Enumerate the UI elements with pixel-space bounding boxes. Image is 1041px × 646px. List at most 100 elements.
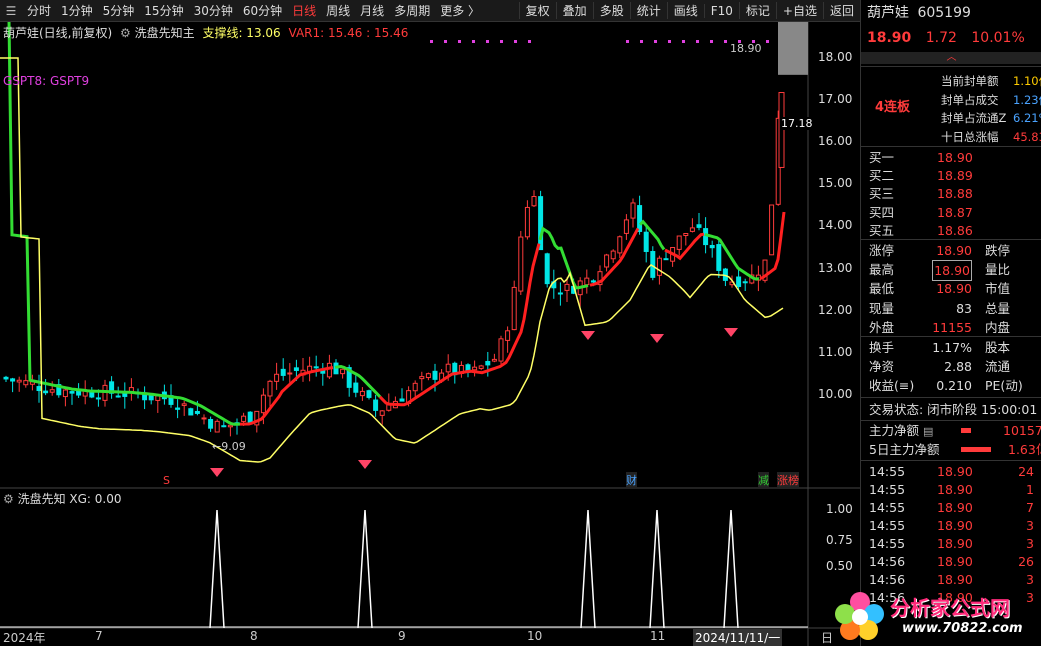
candle-body bbox=[683, 233, 689, 236]
low-price-label: ←9.09 bbox=[212, 440, 246, 453]
price-tick: 14.00 bbox=[818, 218, 853, 233]
xg-signal-spike bbox=[357, 509, 373, 629]
timeframe-tab[interactable]: 月线 bbox=[355, 2, 389, 19]
detail-icon[interactable]: ▤ bbox=[923, 425, 933, 438]
candle-body bbox=[359, 390, 365, 397]
candle-body bbox=[419, 376, 425, 380]
reduction-marker[interactable]: 减 bbox=[758, 472, 769, 488]
tick-volume: 26 bbox=[1018, 554, 1034, 569]
candle-body bbox=[194, 410, 200, 414]
candle-body bbox=[221, 425, 227, 428]
tick-time: 14:55 bbox=[869, 464, 906, 479]
toolbar-button[interactable]: 统计 bbox=[629, 2, 667, 19]
timeframe-tab[interactable]: 更多 〉 bbox=[435, 2, 485, 19]
watermark-title: 分析家公式网 bbox=[890, 596, 1010, 620]
candle-body bbox=[23, 380, 29, 386]
timeframe-tab[interactable]: 周线 bbox=[321, 2, 355, 19]
toolbar-button[interactable]: 画线 bbox=[666, 2, 704, 19]
main-flow-row: 主力净额 ▤ 10157 bbox=[861, 421, 1041, 440]
stock-header: 葫芦娃 605199 bbox=[861, 4, 1041, 26]
candle-body bbox=[716, 244, 722, 271]
collapse-icon[interactable]: ︿ bbox=[861, 52, 1041, 64]
trend-line-up bbox=[240, 366, 334, 426]
candle-body bbox=[491, 358, 497, 362]
candle-body bbox=[366, 390, 372, 398]
candle-body bbox=[584, 277, 590, 286]
toolbar-button[interactable]: 标记 bbox=[738, 2, 776, 19]
timeframe-tab[interactable]: 多周期 bbox=[389, 2, 435, 19]
stat-value: 83 bbox=[956, 300, 972, 316]
menu-icon[interactable]: ☰ bbox=[0, 0, 22, 22]
gspt-dot bbox=[444, 40, 447, 43]
gspt-label: GSPT8: GSPT9 bbox=[3, 74, 90, 88]
date-tick: 2024年 bbox=[3, 631, 46, 645]
candle-body bbox=[353, 382, 359, 393]
timeframe-tab[interactable]: 15分钟 bbox=[139, 2, 188, 19]
candle-body bbox=[630, 202, 636, 219]
price-tick: 12.00 bbox=[818, 302, 853, 317]
candle-body bbox=[518, 236, 524, 292]
tick-time: 14:55 bbox=[869, 518, 906, 533]
gspt-dot bbox=[640, 40, 643, 43]
seal-value: 1.23倍 bbox=[1013, 92, 1041, 107]
candle-body bbox=[267, 380, 273, 397]
settings-icon[interactable]: ⚙ bbox=[3, 492, 14, 506]
candle-body bbox=[373, 399, 379, 411]
kline-chart[interactable]: 葫芦娃(日线,前复权) ⚙ 洗盘先知主 支撑线: 13.06 VAR1: 15.… bbox=[0, 22, 860, 646]
toolbar-button[interactable]: 叠加 bbox=[555, 2, 593, 19]
gspt-dot bbox=[528, 40, 531, 43]
zhangbang-marker[interactable]: 涨榜 bbox=[777, 472, 799, 488]
timeframe-tab[interactable]: 60分钟 bbox=[238, 2, 287, 19]
candle-body bbox=[498, 338, 504, 362]
tick-price: 18.90 bbox=[937, 518, 973, 533]
price-tick: 17.00 bbox=[818, 92, 853, 107]
chart-canvas[interactable] bbox=[0, 22, 860, 646]
price-change: 1.72 bbox=[925, 30, 957, 46]
indicator-header: 葫芦娃(日线,前复权) ⚙ 洗盘先知主 支撑线: 13.06 VAR1: 15.… bbox=[3, 24, 408, 41]
date-tick: 9 bbox=[398, 629, 406, 643]
stat-row: 换手 1.17% 股本 bbox=[861, 338, 1041, 357]
candle-body bbox=[36, 386, 42, 392]
candle-body bbox=[709, 244, 715, 249]
seal-value: 45.83% bbox=[1013, 129, 1041, 144]
price-tick: 15.00 bbox=[818, 176, 853, 191]
indicator-name[interactable]: 洗盘先知主 bbox=[135, 26, 195, 40]
xg-signal-spike bbox=[649, 509, 665, 629]
candle-body bbox=[663, 258, 669, 261]
toolbar-button[interactable]: 多股 bbox=[592, 2, 630, 19]
candle-body bbox=[201, 417, 207, 420]
candle-body bbox=[696, 224, 702, 228]
stat-value: 0.210 bbox=[936, 378, 972, 394]
timeframe-tab[interactable]: 分时 bbox=[22, 2, 56, 19]
candle-body bbox=[43, 390, 49, 394]
toolbar-button[interactable]: F10 bbox=[703, 3, 739, 18]
candle-body bbox=[10, 378, 16, 382]
main-flow5-label: 5日主力净额 bbox=[869, 442, 940, 457]
candle-body bbox=[379, 410, 385, 416]
timeframe-tab[interactable]: 日线 bbox=[287, 2, 321, 19]
bid-row: 买三 18.88 bbox=[861, 184, 1041, 203]
main-flow5-row: 5日主力净额 1.63亿 bbox=[861, 440, 1041, 459]
seal-label: 十日总涨幅 bbox=[941, 129, 999, 144]
trend-line-down bbox=[638, 219, 666, 251]
settings-icon[interactable]: ⚙ bbox=[120, 26, 131, 40]
tick-time: 14:55 bbox=[869, 482, 906, 497]
toolbar-button[interactable]: +自选 bbox=[775, 2, 823, 19]
main-flow5-value: 1.63亿 bbox=[1008, 442, 1041, 457]
candle-body bbox=[241, 415, 247, 422]
timeframe-tab[interactable]: 1分钟 bbox=[56, 2, 98, 19]
candle-body bbox=[538, 196, 544, 251]
timeframe-tab[interactable]: 5分钟 bbox=[98, 2, 140, 19]
last-price: 18.90 bbox=[867, 30, 912, 46]
candle-body bbox=[313, 366, 319, 369]
tick-price: 18.90 bbox=[937, 482, 973, 497]
var1-value: VAR1: 15.46 : 15.46 bbox=[288, 26, 409, 40]
timeframe-tab[interactable]: 30分钟 bbox=[189, 2, 238, 19]
candle-body bbox=[485, 360, 491, 366]
toolbar-button[interactable]: 返回 bbox=[822, 2, 860, 19]
gspt-dot bbox=[668, 40, 671, 43]
candle-body bbox=[340, 368, 346, 375]
finance-marker[interactable]: 财 bbox=[626, 472, 637, 488]
toolbar-button[interactable]: 复权 bbox=[518, 2, 556, 19]
tick-row: 14:55 18.90 1 bbox=[861, 480, 1041, 499]
